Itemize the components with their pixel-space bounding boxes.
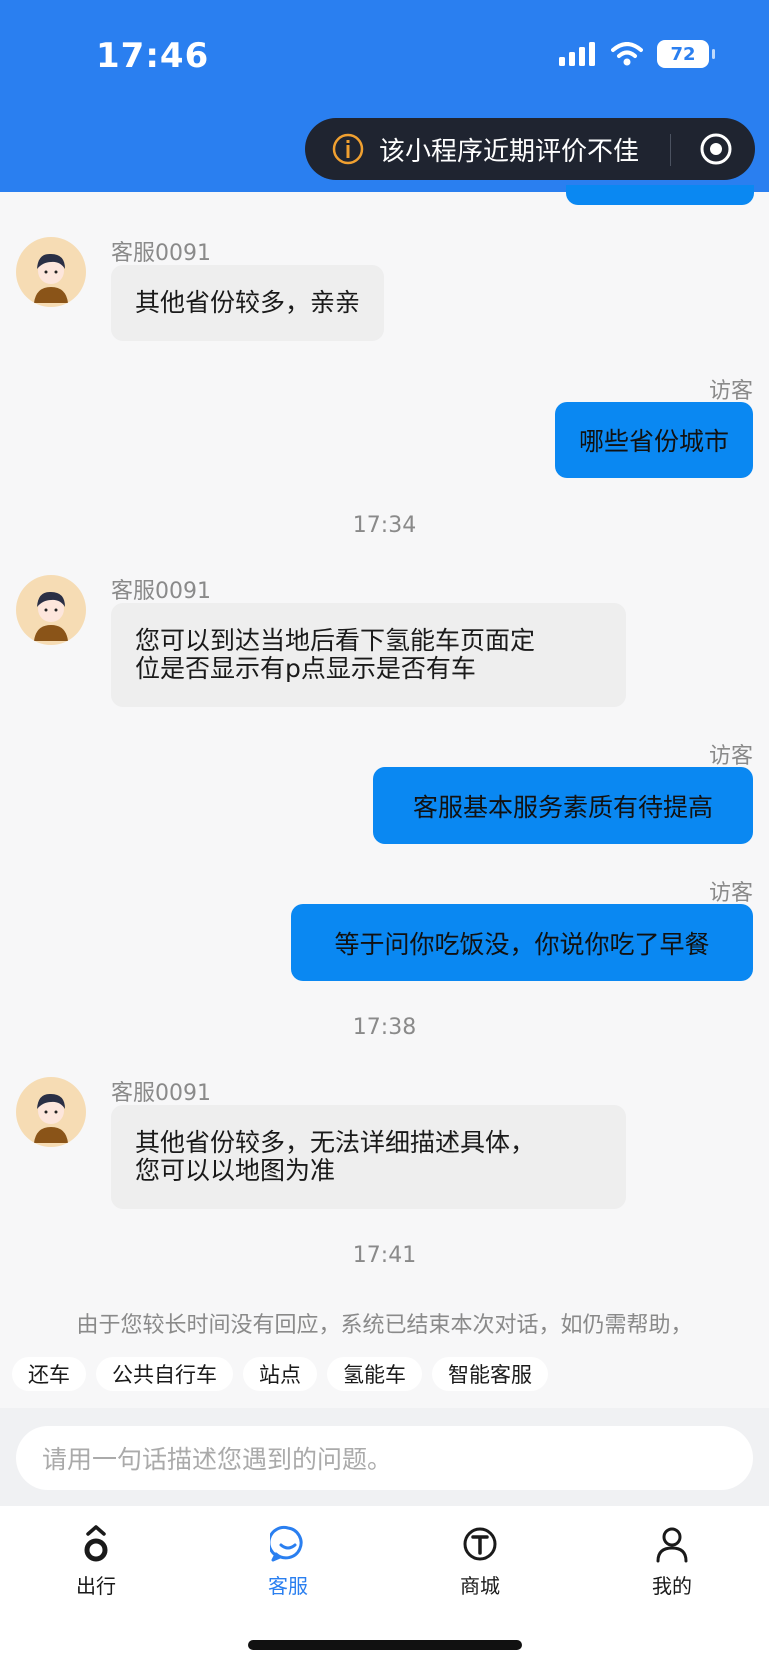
tab-label: 我的 (652, 1574, 692, 1598)
status-icons: 72 (559, 40, 715, 68)
battery-level: 72 (670, 43, 696, 65)
cellular-signal-icon (559, 42, 595, 66)
close-target-icon[interactable] (699, 132, 733, 166)
home-indicator (248, 1640, 522, 1650)
tab-travel[interactable]: 出行 (36, 1524, 156, 1599)
agent-avatar (16, 1077, 86, 1147)
chip-public-bike[interactable]: 公共自行车 (96, 1357, 233, 1391)
tab-label: 商城 (460, 1574, 500, 1598)
visitor-label: 访客 (708, 744, 753, 769)
message-line: 其他省份较多，无法详细描述具体， (135, 1128, 536, 1157)
visitor-message: 等于问你吃饭没，你说你吃了早餐 (291, 904, 753, 981)
wifi-icon (611, 42, 643, 66)
message-line: 位是否显示有p点显示是否有车 (135, 654, 476, 683)
notice-text: 该小程序近期评价不佳 (379, 136, 640, 167)
profile-icon (656, 1527, 688, 1563)
message-line: 您可以到达当地后看下氢能车页面定 (135, 626, 536, 655)
system-message: 由于您较长时间没有回应，系统已结束本次对话，如仍需帮助， (76, 1313, 693, 1338)
agent-message: 其他省份较多，亲亲 (111, 265, 385, 341)
timestamp: 17:34 (352, 513, 417, 538)
tab-service[interactable]: 客服 (228, 1524, 348, 1599)
agent-name: 客服0091 (111, 579, 211, 604)
chip-hydrogen-bike[interactable]: 氢能车 (327, 1357, 422, 1391)
visitor-bubble-partial (566, 185, 754, 205)
tab-label: 出行 (76, 1574, 116, 1598)
battery-icon: 72 (657, 40, 715, 68)
agent-avatar (16, 237, 86, 307)
status-time: 17:46 (96, 36, 210, 76)
message-line: 您可以以地图为准 (135, 1156, 336, 1185)
chip-smart-service[interactable]: 智能客服 (432, 1357, 548, 1391)
mini-program-notice[interactable]: 该小程序近期评价不佳 (305, 118, 755, 180)
service-chat-icon (270, 1525, 303, 1562)
mall-icon (463, 1527, 497, 1561)
agent-message: 您可以到达当地后看下氢能车页面定 位是否显示有p点显示是否有车 (111, 603, 626, 707)
info-icon (332, 133, 364, 165)
agent-name: 客服0091 (111, 1081, 211, 1106)
visitor-message: 客服基本服务素质有待提高 (373, 767, 753, 844)
visitor-label: 访客 (708, 881, 753, 906)
quick-reply-chips: 还车 公共自行车 站点 氢能车 智能客服 (12, 1357, 548, 1391)
travel-icon (84, 1525, 108, 1562)
timestamp: 17:41 (352, 1243, 417, 1268)
timestamp: 17:38 (352, 1015, 417, 1040)
visitor-message: 哪些省份城市 (554, 402, 753, 478)
notice-divider (670, 134, 671, 166)
agent-name: 客服0091 (111, 241, 211, 266)
chip-return-bike[interactable]: 还车 (12, 1357, 86, 1391)
agent-avatar (16, 575, 86, 645)
message-input[interactable]: 请用一句话描述您遇到的问题。 (16, 1426, 753, 1490)
input-area: 请用一句话描述您遇到的问题。 (0, 1408, 769, 1506)
agent-message: 其他省份较多，无法详细描述具体， 您可以以地图为准 (111, 1105, 626, 1209)
chip-station[interactable]: 站点 (243, 1357, 317, 1391)
visitor-label: 访客 (708, 379, 753, 404)
tab-label: 客服 (268, 1574, 308, 1598)
tab-profile[interactable]: 我的 (612, 1524, 732, 1599)
tab-mall[interactable]: 商城 (420, 1524, 540, 1599)
